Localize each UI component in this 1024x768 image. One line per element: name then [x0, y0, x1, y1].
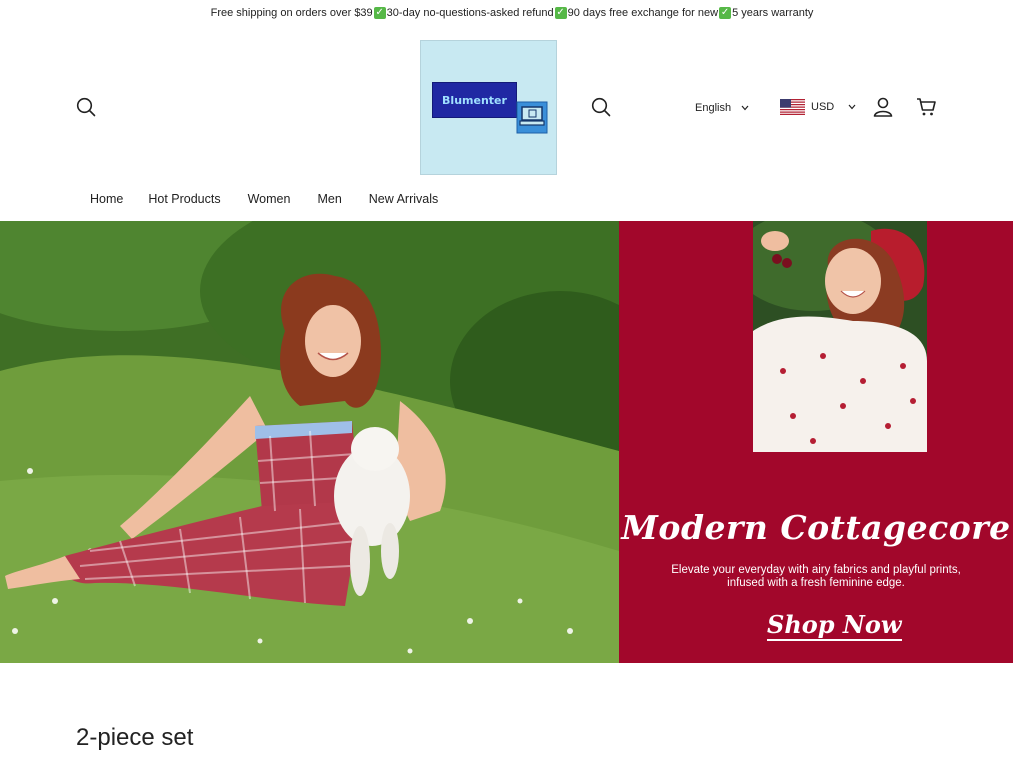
check-icon: ✓ [373, 7, 386, 19]
account-icon[interactable] [872, 96, 894, 118]
nav-item-men[interactable]: Men [317, 192, 341, 210]
announcement-text-2: 30-day no-questions-asked refund [386, 7, 554, 19]
section-title: 2-piece set [76, 724, 194, 751]
check-icon: ✓ [554, 7, 567, 19]
hero-banner[interactable]: Modern Cottagecore Elevate your everyday… [0, 221, 1013, 663]
us-flag-icon [780, 99, 805, 115]
language-selector[interactable]: English [695, 99, 749, 117]
laptop-icon [516, 101, 548, 134]
announcement-text-1: Free shipping on orders over $39 [210, 7, 373, 19]
hero-title: Modern Cottagecore [621, 508, 1011, 547]
nav-item-women[interactable]: Women [248, 192, 291, 210]
store-logo[interactable]: Blumenter [420, 40, 557, 175]
announcement-bar: Free shipping on orders over $39 ✓ 30-da… [0, 0, 1024, 26]
check-icon: ✓ [719, 7, 732, 19]
nav-item-hot-products[interactable]: Hot Products [148, 192, 220, 210]
hero-subtitle-line-1: Elevate your everyday with airy fabrics … [671, 564, 961, 576]
chevron-down-icon [741, 105, 749, 111]
announcement-text-4: 5 years warranty [732, 7, 814, 19]
nav-item-home[interactable]: Home [90, 192, 123, 210]
shop-now-button[interactable]: Shop Now [767, 612, 902, 641]
language-label: English [695, 102, 732, 114]
search-icon[interactable] [75, 96, 97, 118]
nav-item-new-arrivals[interactable]: New Arrivals [369, 192, 438, 210]
currency-label: USD [811, 101, 835, 113]
hero-photo-illustration [0, 221, 670, 663]
search-icon[interactable] [590, 96, 612, 118]
logo-text: Blumenter [432, 82, 517, 118]
hero-subtitle: Elevate your everyday with airy fabrics … [619, 564, 1013, 590]
hero-photo [0, 221, 670, 663]
chevron-down-icon [848, 104, 856, 110]
currency-selector[interactable]: USD [780, 97, 856, 117]
main-nav: Home Hot Products Women Men New Arrivals [90, 192, 438, 210]
announcement-text-3: 90 days free exchange for new [567, 7, 719, 19]
inset-photo [753, 221, 927, 452]
cart-icon[interactable] [915, 96, 937, 118]
hero-subtitle-line-2: infused with a fresh feminine edge. [727, 577, 905, 589]
promo-panel: Modern Cottagecore Elevate your everyday… [619, 221, 1013, 663]
